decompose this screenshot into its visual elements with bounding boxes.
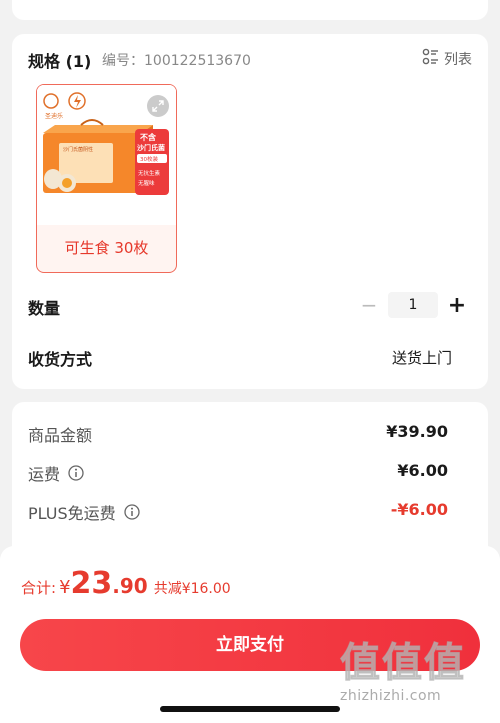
goods-amount-label: 商品金额 bbox=[28, 426, 93, 445]
sku-option-selected[interactable]: 圣迪乐 沙门氏菌阴性 不含 沙门氏菌 30枚装 无抗生素 无腥味 可生食 30枚 bbox=[36, 84, 177, 273]
order-total: 合计: ¥ 23 .90 共减¥16.00 bbox=[21, 566, 231, 601]
list-icon bbox=[422, 48, 440, 70]
total-decimal: .90 bbox=[112, 574, 148, 598]
watermark-url: zhizhizhi.com bbox=[340, 688, 442, 704]
list-toggle-label: 列表 bbox=[444, 52, 472, 68]
image-box-title: 沙门氏菌阴性 bbox=[63, 146, 93, 153]
list-view-toggle[interactable]: 列表 bbox=[422, 48, 472, 70]
shipping-method-value: 送货上门 bbox=[391, 349, 452, 367]
image-badge-line4: 无腥味 bbox=[138, 179, 155, 187]
quantity-increase-button[interactable]: + bbox=[442, 293, 472, 318]
image-badge-line1: 不含 bbox=[140, 132, 157, 142]
expand-image-button[interactable] bbox=[147, 95, 169, 117]
quantity-input[interactable]: 1 bbox=[388, 292, 438, 318]
home-indicator bbox=[160, 706, 340, 712]
expand-icon bbox=[152, 97, 164, 116]
freight-value: ¥6.00 bbox=[397, 461, 448, 480]
freight-row: 运费 ¥6.00 bbox=[28, 461, 448, 485]
plus-info-icon[interactable] bbox=[123, 504, 140, 520]
quantity-decrease-button[interactable]: − bbox=[354, 293, 384, 317]
quantity-stepper: − 1 + bbox=[354, 291, 472, 319]
image-brand-text: 圣迪乐 bbox=[45, 112, 63, 120]
plus-free-shipping-row: PLUS免运费 -¥6.00 bbox=[28, 500, 448, 524]
shipping-method-row[interactable]: 收货方式 送货上门 bbox=[28, 342, 472, 372]
freight-label: 运费 bbox=[28, 465, 61, 484]
shipping-method-label: 收货方式 bbox=[28, 350, 93, 369]
previous-card-bottom bbox=[12, 0, 488, 20]
price-summary-card: 商品金额 ¥39.90 运费 ¥6.00 PLUS免运费 -¥6.00 bbox=[12, 402, 488, 562]
quantity-label: 数量 bbox=[28, 299, 61, 318]
spec-card: 规格 (1) 编号：100122513670 列表 圣迪乐 沙门氏菌阴性 不含 … bbox=[12, 34, 488, 389]
sku-option-label: 可生食 30枚 bbox=[64, 239, 149, 257]
image-badge-line2: 沙门氏菌 bbox=[137, 143, 165, 152]
spec-header: 规格 (1) 编号：100122513670 列表 bbox=[28, 48, 472, 71]
goods-amount-value: ¥39.90 bbox=[386, 422, 448, 441]
total-label: 合计: bbox=[21, 579, 57, 597]
total-savings: 共减¥16.00 bbox=[153, 581, 231, 597]
watermark-char: 值 bbox=[382, 640, 423, 687]
watermark: 值 值 值 zhizhizhi.com bbox=[340, 640, 496, 720]
total-currency: ¥ bbox=[59, 577, 71, 598]
goods-amount-row: 商品金额 ¥39.90 bbox=[28, 422, 448, 446]
spec-title: 规格 (1) bbox=[28, 52, 92, 71]
quantity-row: 数量 − 1 + bbox=[28, 291, 472, 321]
freight-info-icon[interactable] bbox=[68, 465, 84, 481]
watermark-char: 值 bbox=[424, 640, 465, 687]
product-code: 编号：100122513670 bbox=[102, 53, 251, 69]
plus-free-shipping-label: PLUS免运费 bbox=[28, 504, 116, 523]
plus-free-shipping-value: -¥6.00 bbox=[390, 500, 448, 519]
total-integer: 23 bbox=[70, 566, 113, 601]
image-badge-count: 30枚装 bbox=[140, 155, 158, 163]
watermark-char: 值 bbox=[340, 640, 381, 687]
image-badge-line3: 无抗生素 bbox=[138, 169, 161, 177]
